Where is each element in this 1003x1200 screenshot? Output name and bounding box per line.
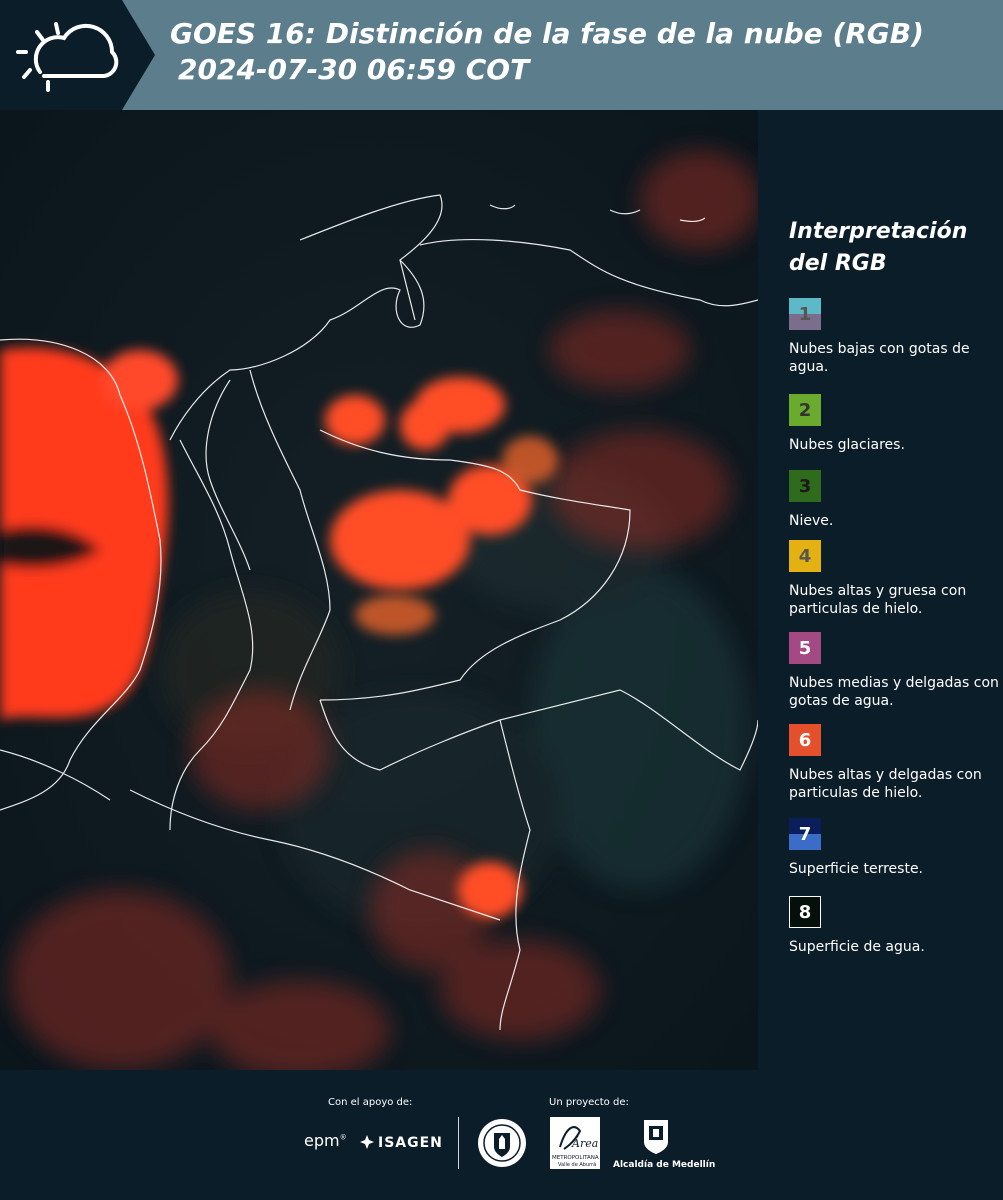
legend-label-2: Nubes glaciares.: [789, 437, 905, 453]
footer-divider: [458, 1117, 459, 1169]
legend-number-2: 2: [798, 399, 812, 421]
legend-item-5: 5 Nubes medias y delgadas con gotas de a…: [789, 632, 999, 710]
area-logo-text: Área: [571, 1136, 598, 1150]
legend-number-4: 4: [798, 545, 812, 567]
area-metropolitana-logo[interactable]: Área METROPOLITANA Valle de Aburrá: [550, 1117, 600, 1169]
siata-logo[interactable]: SIATA: [0, 0, 155, 110]
legend-number-7: 7: [798, 823, 812, 845]
legend-item-6: 6 Nubes altas y delgadas con particulas …: [789, 724, 999, 802]
page-title: GOES 16: Distinción de la fase de la nub…: [170, 16, 924, 88]
header-bar: SIATA GOES 16: Distinción de la fase de …: [0, 0, 1003, 110]
legend-swatch-6: 6: [789, 724, 821, 756]
siata-logo-text: SIATA: [50, 46, 98, 64]
legend-swatch-1: 1: [789, 298, 821, 330]
legend-item-2: 2 Nubes glaciares.: [789, 394, 999, 454]
legend-title: Interpretación del RGB: [789, 216, 967, 280]
legend-label-3: Nieve.: [789, 513, 834, 529]
legend-swatch-8: 8: [789, 896, 821, 928]
satellite-map[interactable]: [0, 110, 758, 1070]
legend-number-5: 5: [798, 637, 812, 659]
area-logo-sub2: Valle de Aburrá: [558, 1161, 596, 1168]
legend-label-6: Nubes altas y delgadas con particulas de…: [789, 767, 982, 801]
legend-swatch-7: 7: [789, 818, 821, 850]
isagen-logo-icon: [360, 1135, 374, 1149]
legend-label-7: Superficie terreste.: [789, 861, 924, 877]
legend-title-line2: del RGB: [789, 251, 887, 276]
project-label: Un proyecto de:: [549, 1097, 629, 1108]
legend-item-8: 8 Superficie de agua.: [789, 896, 999, 956]
area-logo-sub: METROPOLITANA: [552, 1155, 599, 1161]
legend-label-1: Nubes bajas con gotas de agua.: [789, 341, 970, 375]
isagen-logo-text: ISAGEN: [378, 1135, 443, 1151]
support-label: Con el apoyo de:: [328, 1097, 413, 1108]
title-timestamp: 2024-07-30 06:59 COT: [178, 53, 530, 86]
isagen-logo[interactable]: ISAGEN: [378, 1135, 443, 1151]
legend-swatch-3: 3: [789, 470, 821, 502]
legend-swatch-4: 4: [789, 540, 821, 572]
legend-label-8: Superficie de agua.: [789, 939, 925, 955]
legend-swatch-5: 5: [789, 632, 821, 664]
legend-label-4: Nubes altas y gruesa con particulas de h…: [789, 583, 967, 617]
legend-item-4: 4 Nubes altas y gruesa con particulas de…: [789, 540, 999, 618]
epm-logo-text: epm: [304, 1131, 340, 1150]
legend-number-6: 6: [798, 729, 812, 751]
footer: Con el apoyo de: Un proyecto de: epm® IS…: [0, 1070, 1003, 1200]
legend-item-1: 1 Nubes bajas con gotas de agua.: [789, 298, 999, 376]
legend-title-line1: Interpretación: [789, 219, 968, 244]
alcaldia-label[interactable]: Alcaldía de Medellín: [613, 1160, 715, 1170]
legend-item-3: 3 Nieve.: [789, 470, 999, 530]
legend-number-1: 1: [798, 303, 812, 325]
epm-logo[interactable]: epm®: [304, 1131, 347, 1150]
legend-item-7: 7 Superficie terreste.: [789, 818, 999, 878]
legend-number-8: 8: [798, 901, 812, 923]
legend-swatch-2: 2: [789, 394, 821, 426]
legend-label-5: Nubes medias y delgadas con gotas de agu…: [789, 675, 999, 709]
title-product: GOES 16: Distinción de la fase de la nub…: [170, 17, 924, 50]
university-seal-icon[interactable]: [476, 1117, 528, 1169]
legend-number-3: 3: [798, 475, 812, 497]
alcaldia-seal-icon: [644, 1120, 668, 1154]
legend-panel: Interpretación del RGB 1 Nubes bajas con…: [758, 110, 1003, 1070]
satellite-image: [0, 110, 758, 1070]
